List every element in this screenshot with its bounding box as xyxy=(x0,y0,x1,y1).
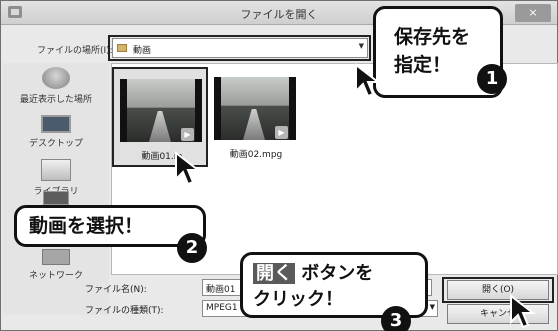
callout-folder-line1: 保存先を xyxy=(394,26,471,48)
file-name-label: 動画02.mpg xyxy=(229,150,283,160)
place-label: 最近表示した場所 xyxy=(19,95,92,105)
video-thumbnail: ▶ xyxy=(214,77,296,140)
open-button-highlight-box xyxy=(442,277,554,303)
play-icon: ▶ xyxy=(275,126,288,139)
file-item-video02[interactable]: ▶ 動画02.mpg xyxy=(208,67,304,167)
place-recent[interactable]: 最近表示した場所 xyxy=(3,67,109,105)
callout-select: 動画を選択！ xyxy=(14,205,206,247)
close-button[interactable]: × xyxy=(515,4,551,22)
callout-folder-line2: 指定！ xyxy=(394,54,452,76)
play-icon: ▶ xyxy=(181,128,194,141)
step-badge-3: 3 xyxy=(381,306,411,331)
mouse-pointer-icon xyxy=(510,294,536,329)
place-label: デスクトップ xyxy=(28,139,83,149)
place-label: ネットワーク xyxy=(28,271,83,281)
mouse-pointer-icon xyxy=(355,63,381,98)
filename-label: ファイル名(N): xyxy=(85,285,147,295)
recent-places-icon xyxy=(42,67,70,89)
step-badge-1: 1 xyxy=(477,64,507,94)
pc-icon xyxy=(43,191,69,205)
places-bar: 最近表示した場所 デスクトップ ライブラリ ネットワーク xyxy=(3,63,109,315)
video-thumbnail: ▶ xyxy=(120,79,202,142)
library-icon xyxy=(41,159,71,181)
filetype-label: ファイルの種類(T): xyxy=(85,306,164,316)
callout-open-word: 開く xyxy=(253,263,295,284)
network-icon xyxy=(42,249,70,265)
callout-open-rest: ボタンを xyxy=(295,263,374,284)
place-desktop[interactable]: デスクトップ xyxy=(3,115,109,149)
desktop-icon xyxy=(41,115,71,133)
chevron-down-icon[interactable]: ▼ xyxy=(430,303,435,311)
location-label: ファイルの場所(I): xyxy=(37,46,113,56)
mouse-pointer-icon xyxy=(175,151,201,186)
step-badge-2: 2 xyxy=(177,233,207,263)
location-highlight-box xyxy=(108,35,371,61)
place-network[interactable]: ネットワーク xyxy=(3,249,109,281)
filetype-value: MPEG1 xyxy=(206,303,238,313)
